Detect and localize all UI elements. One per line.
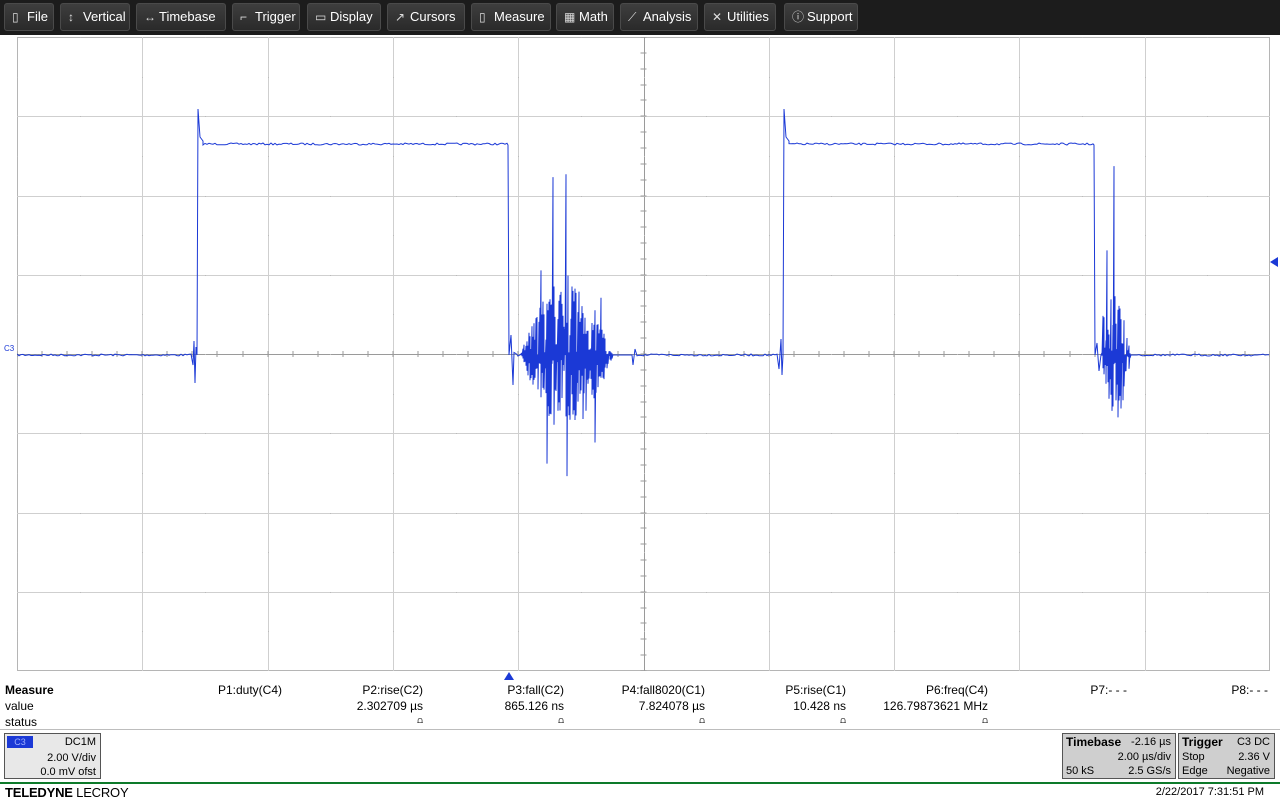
- timebase-tdiv: 2.00 µs/div: [1117, 751, 1171, 763]
- vdiv-label: 2.00 V/div: [47, 752, 96, 764]
- timebase-samples: 50 kS: [1066, 765, 1095, 777]
- measure-title: Measure: [5, 683, 54, 697]
- param-name-p6[interactable]: P6:freq(C4): [926, 683, 988, 697]
- menu-display-button[interactable]: ▭ Display: [307, 3, 381, 31]
- menu-bar: ▯ File ↕ Vertical ↔ Timebase ⌐ Trigger ▭ Display ↗…: [0, 0, 1280, 35]
- brand-bold: TELEDYNE: [5, 785, 73, 800]
- channel-marker-label: C3: [4, 344, 15, 353]
- display-icon: ▭: [315, 10, 327, 24]
- analysis-chart-icon: ⟋: [628, 10, 637, 24]
- menu-support-button[interactable]: ⓘ Support: [784, 3, 858, 31]
- param-name-p1[interactable]: P1:duty(C4): [218, 683, 282, 697]
- brand-logo: TELEDYNE LECROY: [5, 785, 129, 800]
- menu-cursors-button[interactable]: ↗ Cursors: [387, 3, 465, 31]
- calculator-icon: ▦: [564, 10, 576, 24]
- timebase-title: Timebase: [1066, 735, 1122, 749]
- channel-descriptor-c3[interactable]: C3 DC1M 2.00 V/div 0.0 mV ofst: [4, 733, 101, 779]
- menu-analysis-button[interactable]: ⟋ Analysis: [620, 3, 698, 31]
- param-value-p6: 126.79873621 MHz: [883, 699, 988, 713]
- trigger-descriptor[interactable]: Trigger C3 DC Stop 2.36 V Edge Negative: [1178, 733, 1275, 779]
- timebase-delay: -2.16 µs: [1131, 736, 1171, 748]
- horizontal-arrows-icon: ↔: [144, 10, 156, 24]
- param-name-p7[interactable]: P7:- - -: [1090, 683, 1127, 697]
- menu-label: Support: [807, 9, 853, 24]
- menu-label: Analysis: [643, 9, 692, 24]
- menu-label: Utilities: [727, 9, 769, 24]
- trigger-slope: Negative: [1226, 765, 1270, 777]
- param-status-p5: ⩍: [840, 715, 846, 725]
- clipboard-icon: ▯: [12, 10, 19, 24]
- menu-timebase-button[interactable]: ↔ Timebase: [136, 3, 226, 31]
- param-name-p5[interactable]: P5:rise(C1): [785, 683, 846, 697]
- waveform-svg: [17, 37, 1270, 671]
- param-value-p2: 2.302709 µs: [356, 699, 423, 713]
- measure-table: Measure value status P1:duty(C4) P2:rise(…: [0, 682, 1280, 730]
- param-name-p4[interactable]: P4:fall8020(C1): [622, 683, 705, 697]
- menu-label: Measure: [494, 9, 545, 24]
- menu-label: Trigger: [255, 9, 296, 24]
- param-status-p3: ⩍: [558, 715, 564, 725]
- bottom-separator: [0, 782, 1280, 784]
- param-name-p8[interactable]: P8:- - -: [1231, 683, 1268, 697]
- cursor-icon: ↗: [395, 10, 406, 24]
- param-status-p4: ⩍: [699, 715, 705, 725]
- status-row-label: status: [5, 715, 38, 729]
- menu-label: File: [27, 9, 48, 24]
- timebase-descriptor[interactable]: Timebase -2.16 µs 2.00 µs/div 50 kS 2.5 …: [1062, 733, 1176, 779]
- coupling-label: DC1M: [64, 736, 96, 748]
- param-value-p5: 10.428 ns: [793, 699, 846, 713]
- trigger-mode: Stop: [1182, 751, 1205, 763]
- waveform-grid[interactable]: [17, 37, 1270, 671]
- info-icon: ⓘ: [792, 10, 805, 24]
- menu-measure-button[interactable]: ▯ Measure: [471, 3, 551, 31]
- trigger-source: C3 DC: [1236, 736, 1270, 748]
- menu-label: Display: [330, 9, 373, 24]
- param-name-p3[interactable]: P3:fall(C2): [507, 683, 564, 697]
- channel-tag: C3: [7, 736, 33, 748]
- param-status-p2: ⩍: [417, 715, 423, 725]
- trigger-title: Trigger: [1182, 735, 1223, 749]
- trigger-level-marker[interactable]: [1270, 257, 1278, 267]
- trigger-edge-icon: ⌐: [240, 10, 248, 24]
- divider: [0, 729, 1280, 730]
- menu-math-button[interactable]: ▦ Math: [556, 3, 614, 31]
- trigger-type: Edge: [1182, 765, 1208, 777]
- value-row-label: value: [5, 699, 34, 713]
- menu-label: Cursors: [410, 9, 456, 24]
- param-status-p6: ⩍: [982, 715, 988, 725]
- menu-label: Math: [579, 9, 608, 24]
- timebase-rate: 2.5 GS/s: [1128, 765, 1171, 777]
- offset-label: 0.0 mV ofst: [40, 766, 96, 778]
- param-name-p2[interactable]: P2:rise(C2): [362, 683, 423, 697]
- vertical-arrows-icon: ↕: [68, 10, 74, 24]
- menu-file-button[interactable]: ▯ File: [4, 3, 54, 31]
- tools-icon: ✕: [712, 10, 723, 24]
- trigger-level: 2.36 V: [1238, 751, 1270, 763]
- date-time: 2/22/2017 7:31:51 PM: [1155, 786, 1264, 798]
- param-value-p4: 7.824078 µs: [638, 699, 705, 713]
- menu-label: Timebase: [159, 9, 216, 24]
- param-value-p3: 865.126 ns: [504, 699, 564, 713]
- menu-vertical-button[interactable]: ↕ Vertical: [60, 3, 130, 31]
- brand-light: LECROY: [72, 785, 129, 800]
- grid-lines: [17, 37, 1270, 671]
- menu-utilities-button[interactable]: ✕ Utilities: [704, 3, 776, 31]
- trigger-position-marker[interactable]: [504, 672, 514, 680]
- menu-trigger-button[interactable]: ⌐ Trigger: [232, 3, 300, 31]
- measure-icon: ▯: [479, 10, 486, 24]
- menu-label: Vertical: [83, 9, 126, 24]
